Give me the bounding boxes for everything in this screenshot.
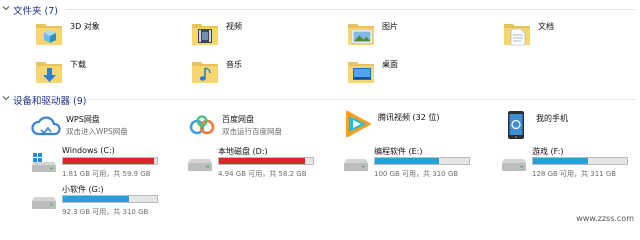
pictures-folder-icon — [348, 24, 374, 45]
section-header-devices[interactable]: 设备和驱动器 (9) — [0, 93, 640, 107]
device-description: 双击进入WPS网盘 — [66, 127, 128, 136]
drive-usage-fill — [63, 158, 155, 164]
baidu-netdisk-icon — [189, 115, 215, 135]
section-title-devices: 设备和驱动器 (9) — [13, 96, 87, 107]
drive-usage-bar — [62, 157, 158, 165]
folder-label: 桌面 — [382, 60, 398, 69]
drive-usage-bar — [532, 157, 628, 165]
phone-icon — [508, 111, 524, 139]
drive-usage-bar — [374, 157, 470, 165]
drive-usage-fill — [375, 158, 439, 164]
cloud-icon — [31, 116, 61, 136]
drive-label: 本地磁盘 (D:) — [218, 147, 268, 156]
section-divider — [66, 9, 636, 10]
hard-drive-icon — [32, 197, 56, 209]
chevron-down-icon[interactable] — [2, 4, 10, 12]
drive-usage-bar — [62, 195, 158, 203]
section-title-folders: 文件夹 (7) — [13, 6, 58, 17]
drive-e[interactable]: 编程软件 (E:) 100 GB 可用，共 310 GB — [342, 147, 472, 181]
device-label: 我的手机 — [536, 114, 568, 123]
hard-drive-icon — [188, 159, 212, 171]
drive-capacity-text: 92.3 GB 可用，共 310 GB — [62, 208, 149, 216]
device-label: WPS网盘 — [66, 115, 100, 124]
chevron-down-icon[interactable] — [2, 94, 10, 102]
downloads-folder-icon — [36, 62, 62, 83]
drive-capacity-text: 100 GB 可用，共 310 GB — [374, 170, 459, 178]
drive-usage-fill — [219, 158, 306, 164]
device-label: 腾讯视频 (32 位) — [378, 113, 440, 122]
videos-folder-icon — [192, 24, 218, 45]
drive-capacity-text: 128 GB 可用，共 311 GB — [532, 170, 617, 178]
drive-c[interactable]: Windows (C:) 1.81 GB 可用，共 59.9 GB — [30, 146, 160, 181]
hard-drive-icon — [344, 159, 368, 171]
drive-capacity-text: 1.81 GB 可用，共 59.9 GB — [62, 170, 151, 178]
drive-label: 游戏 (F:) — [532, 147, 564, 156]
drive-label: Windows (C:) — [62, 146, 115, 155]
drive-usage-bar — [218, 157, 314, 165]
drive-capacity-text: 4.94 GB 可用，共 58.2 GB — [218, 170, 307, 178]
device-label: 百度网盘 — [222, 115, 254, 124]
folder-label: 文档 — [538, 22, 554, 31]
section-divider — [88, 99, 636, 100]
drive-f[interactable]: 游戏 (F:) 128 GB 可用，共 311 GB — [500, 147, 630, 181]
drive-g[interactable]: 小软件 (G:) 92.3 GB 可用，共 310 GB — [30, 185, 160, 219]
folder-label: 下载 — [70, 60, 86, 69]
drive-usage-fill — [533, 158, 589, 164]
drive-usage-fill — [63, 196, 129, 202]
folder-label: 3D 对象 — [70, 22, 100, 31]
documents-folder-icon — [504, 24, 530, 46]
drive-label: 小软件 (G:) — [62, 185, 104, 194]
3d-objects-folder-icon — [36, 24, 62, 45]
drive-d[interactable]: 本地磁盘 (D:) 4.94 GB 可用，共 58.2 GB — [186, 147, 316, 181]
folder-label: 视频 — [226, 22, 242, 31]
drive-label: 编程软件 (E:) — [374, 147, 423, 156]
hard-drive-icon — [502, 159, 526, 171]
tencent-video-icon — [346, 110, 371, 138]
watermark: www.zzss.com — [576, 214, 634, 223]
device-description: 双击运行百度网盘 — [222, 127, 282, 136]
section-header-folders[interactable]: 文件夹 (7) — [0, 3, 640, 17]
folder-label: 图片 — [382, 22, 398, 31]
folder-label: 音乐 — [226, 60, 242, 69]
desktop-folder-icon — [348, 62, 374, 83]
music-folder-icon — [192, 62, 218, 83]
windows-drive-icon — [32, 153, 56, 172]
